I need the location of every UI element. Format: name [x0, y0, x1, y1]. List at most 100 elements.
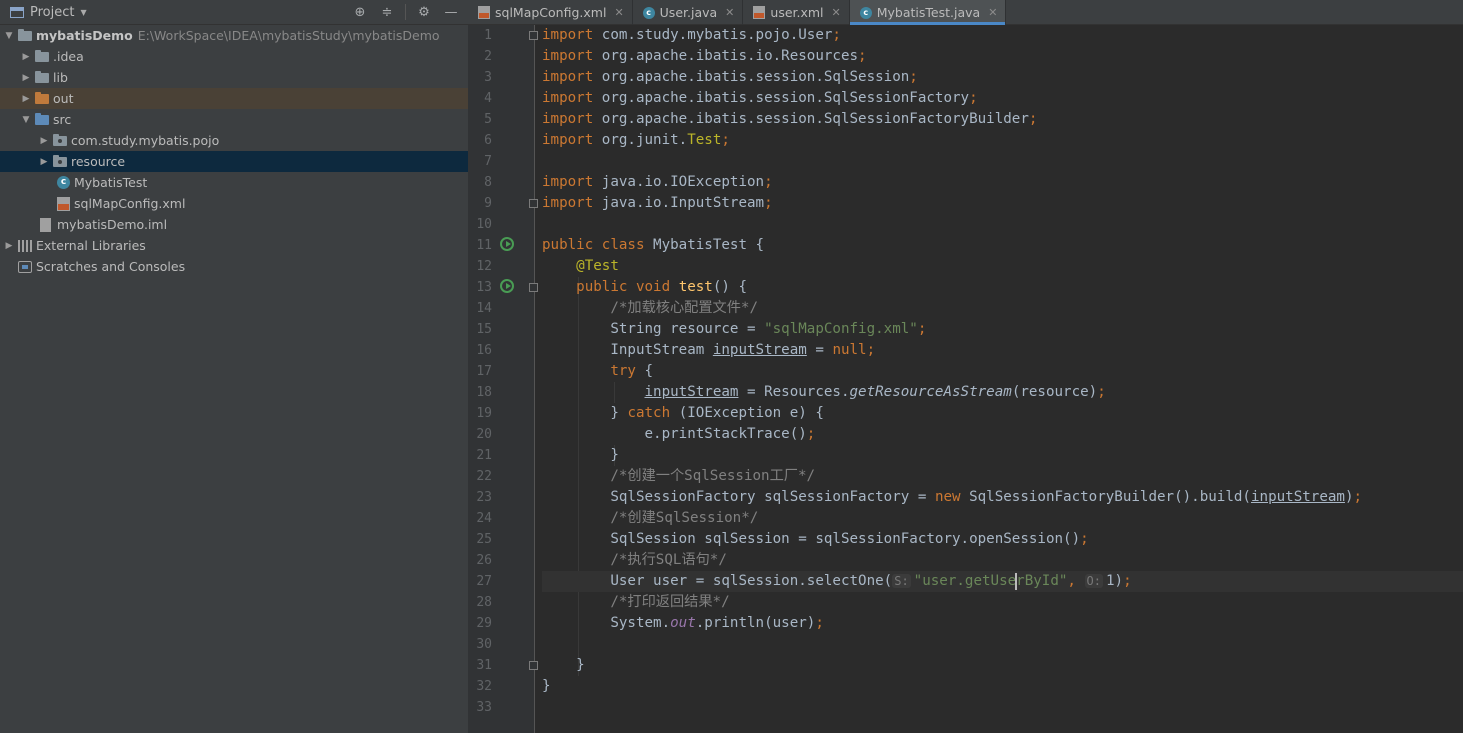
line-number: 32 — [476, 679, 492, 694]
tree-item-out[interactable]: ▶ out — [0, 88, 468, 109]
collapse-all-icon[interactable]: ≑ — [378, 3, 396, 21]
fold-marker-icon[interactable] — [529, 661, 538, 670]
line-number: 7 — [484, 154, 492, 169]
collapsed-arrow-icon[interactable]: ▶ — [21, 94, 31, 104]
tree-item-label: mybatisDemo.iml — [57, 217, 168, 232]
excluded-folder-icon — [35, 91, 49, 104]
tab-user-java[interactable]: c User.java ✕ — [633, 0, 744, 25]
line-number: 19 — [476, 406, 492, 421]
collapsed-arrow-icon[interactable]: ▶ — [39, 157, 49, 167]
collapsed-arrow-icon[interactable]: ▶ — [39, 136, 49, 146]
code-line-22: /*创建一个SqlSession工厂*/ — [610, 468, 816, 484]
code-line-19: } catch (IOException e) { — [610, 405, 824, 421]
code-line-24: /*创建SqlSession*/ — [610, 510, 759, 526]
chevron-down-icon[interactable]: ▼ — [80, 8, 86, 17]
tree-item-mybatistest[interactable]: c MybatisTest — [0, 172, 468, 193]
fold-marker-icon[interactable] — [529, 31, 538, 40]
line-number: 27 — [476, 574, 492, 589]
tab-label: User.java — [659, 5, 718, 20]
line-number: 6 — [484, 133, 492, 148]
tree-item-scratches[interactable]: ▶ Scratches and Consoles — [0, 256, 468, 277]
tab-user-xml[interactable]: user.xml ✕ — [743, 0, 850, 25]
folder-icon — [35, 70, 49, 83]
tree-item-mybatisdemo[interactable]: ▼ mybatisDemo E:\WorkSpace\IDEA\mybatisS… — [0, 25, 468, 46]
line-number: 26 — [476, 553, 492, 568]
code-line-29: System.out.println(user); — [610, 615, 824, 631]
tree-item-external-libraries[interactable]: ▶ External Libraries — [0, 235, 468, 256]
tree-item-label: Scratches and Consoles — [36, 259, 186, 274]
tree-item-sqlmapconfig[interactable]: sqlMapConfig.xml — [0, 193, 468, 214]
code-line-16: InputStream inputStream = null; — [610, 342, 876, 358]
tab-mybatistest-java[interactable]: c MybatisTest.java ✕ — [849, 0, 1007, 25]
close-icon[interactable]: ✕ — [614, 6, 623, 19]
class-icon: c — [642, 6, 655, 19]
fold-marker-icon[interactable] — [529, 283, 538, 292]
line-number: 13 — [476, 280, 492, 295]
line-number: 8 — [484, 175, 492, 190]
close-icon[interactable]: ✕ — [725, 6, 734, 19]
source-folder-icon — [35, 112, 49, 125]
collapsed-arrow-icon[interactable]: ▶ — [21, 73, 31, 83]
code-line-11: public class MybatisTest { — [542, 237, 765, 253]
tree-item-lib[interactable]: ▶ lib — [0, 67, 468, 88]
line-number: 22 — [476, 469, 492, 484]
tree-item-idea[interactable]: ▶ .idea — [0, 46, 468, 67]
code-line-15: String resource = "sqlMapConfig.xml"; — [610, 321, 927, 337]
code-line-18: inputStream = Resources.getResourceAsStr… — [644, 384, 1106, 400]
code-line-4: import org.apache.ibatis.session.SqlSess… — [542, 90, 978, 106]
line-number: 31 — [476, 658, 492, 673]
close-icon[interactable]: ✕ — [832, 6, 841, 19]
line-number: 23 — [476, 490, 492, 505]
toolbar-separator — [405, 4, 406, 20]
tree-item-resource[interactable]: ▶ resource — [0, 151, 468, 172]
code-line-27-current: User user = sqlSession.selectOne(S: "user… — [542, 571, 1463, 592]
scratches-icon — [18, 260, 32, 273]
line-number: 16 — [476, 343, 492, 358]
locate-file-icon[interactable]: ⊕ — [351, 3, 369, 21]
line-number: 9 — [484, 196, 492, 211]
run-class-icon[interactable] — [500, 237, 514, 251]
tree-item-pojo-package[interactable]: ▶ com.study.mybatis.pojo — [0, 130, 468, 151]
code-editor[interactable]: import com.study.mybatis.pojo.User; impo… — [542, 25, 1463, 733]
line-number: 3 — [484, 70, 492, 85]
folder-icon — [35, 49, 49, 62]
tree-item-label: External Libraries — [36, 238, 146, 253]
code-line-6: import org.junit.Test; — [542, 132, 730, 148]
tree-item-iml[interactable]: mybatisDemo.iml — [0, 214, 468, 235]
collapsed-arrow-icon[interactable]: ▶ — [4, 241, 14, 251]
run-test-icon[interactable] — [500, 279, 514, 293]
code-line-21: } — [610, 447, 619, 463]
tree-item-label: com.study.mybatis.pojo — [71, 133, 220, 148]
line-number: 24 — [476, 511, 492, 526]
project-view-selector[interactable]: Project — [30, 5, 74, 20]
expanded-arrow-icon[interactable]: ▼ — [21, 115, 31, 125]
expanded-arrow-icon[interactable]: ▼ — [4, 31, 14, 41]
line-number: 1 — [484, 28, 492, 43]
close-icon[interactable]: ✕ — [988, 6, 997, 19]
line-number: 17 — [476, 364, 492, 379]
tree-item-label: sqlMapConfig.xml — [74, 196, 186, 211]
project-panel-header: Project ▼ ⊕ ≑ ⚙ — — [0, 0, 468, 25]
line-number: 11 — [476, 238, 492, 253]
tab-label: MybatisTest.java — [876, 5, 981, 20]
hide-panel-icon[interactable]: — — [442, 3, 460, 21]
tree-item-src[interactable]: ▼ src — [0, 109, 468, 130]
tree-item-label: out — [53, 91, 74, 106]
tree-item-label: .idea — [53, 49, 84, 64]
code-line-13: public void test() { — [576, 279, 748, 295]
param-hint: O: — [1084, 574, 1103, 588]
gear-icon[interactable]: ⚙ — [415, 3, 433, 21]
editor-area: sqlMapConfig.xml ✕ c User.java ✕ user.xm… — [468, 0, 1463, 733]
editor-gutter[interactable]: 1 2 3 4 5 6 7 8 9 10 11 12 13 14 15 16 1… — [468, 25, 538, 733]
line-number: 12 — [476, 259, 492, 274]
fold-marker-icon[interactable] — [529, 199, 538, 208]
tab-sqlmapconfig-xml[interactable]: sqlMapConfig.xml ✕ — [468, 0, 633, 25]
project-window-icon — [10, 6, 24, 18]
collapsed-arrow-icon[interactable]: ▶ — [21, 52, 31, 62]
xml-file-icon — [478, 6, 490, 19]
line-number: 15 — [476, 322, 492, 337]
class-icon: c — [859, 6, 872, 19]
code-line-26: /*执行SQL语句*/ — [610, 552, 727, 568]
tree-item-label: MybatisTest — [74, 175, 148, 190]
code-line-2: import org.apache.ibatis.io.Resources; — [542, 48, 867, 64]
